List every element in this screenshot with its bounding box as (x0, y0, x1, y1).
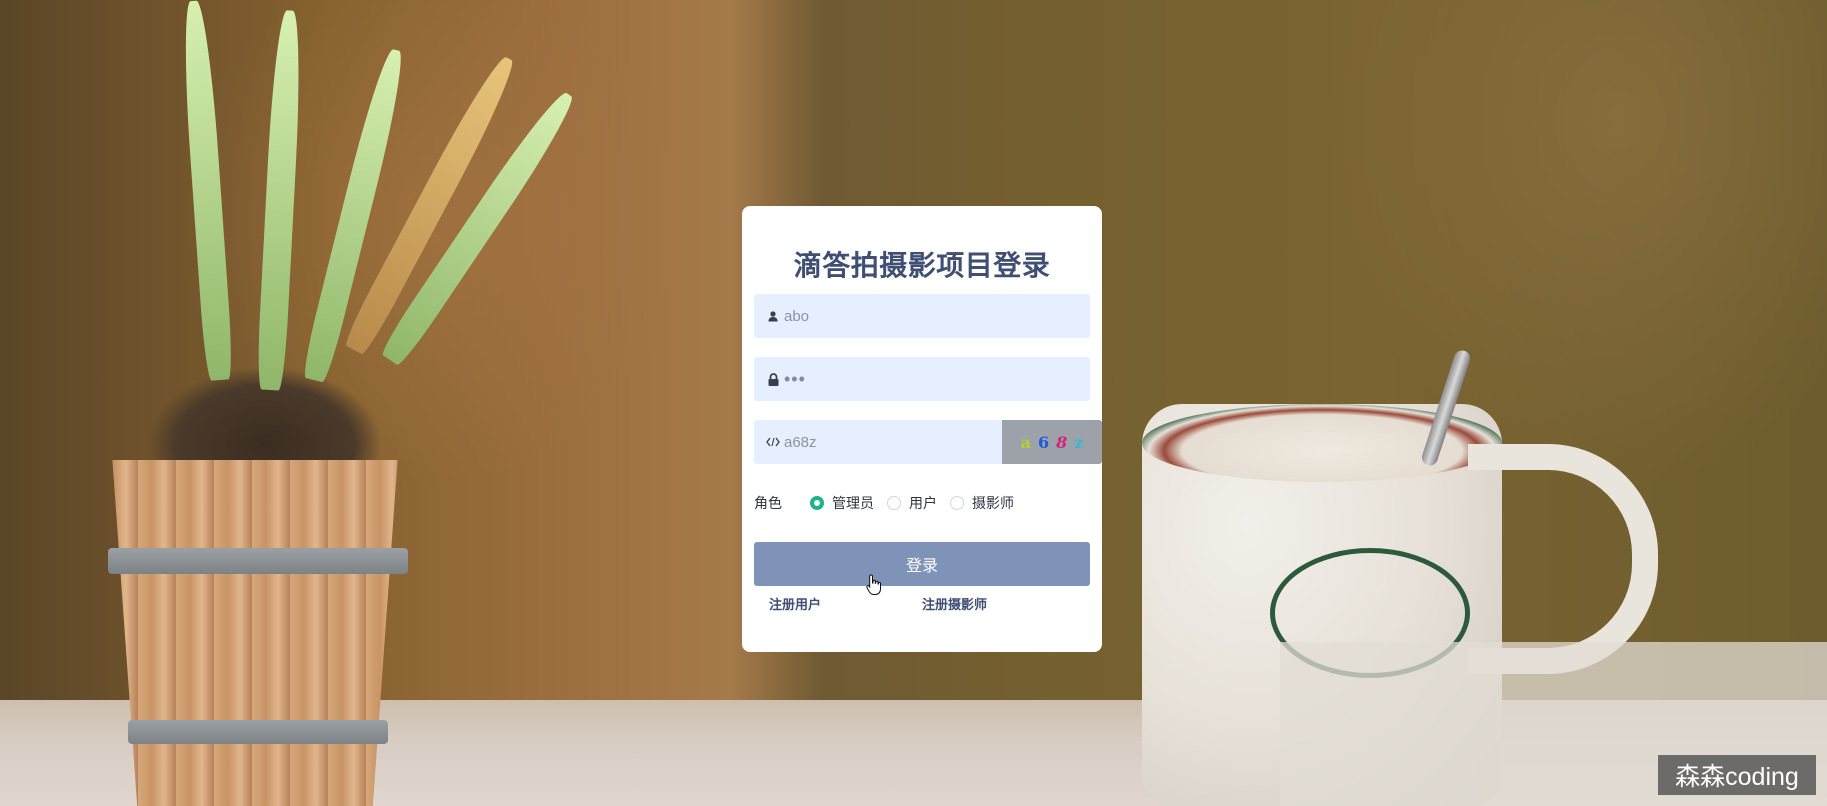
login-card: 滴答拍摄影项目登录 a 6 (742, 206, 1102, 652)
background-pot-band (128, 720, 388, 744)
captcha-char: a (1020, 432, 1031, 452)
page-title: 滴答拍摄影项目登录 (793, 249, 1051, 282)
captcha-field[interactable]: a 6 8 z (754, 420, 1102, 464)
role-option-label: 摄影师 (972, 496, 1014, 512)
radio-unchecked-icon (950, 496, 964, 510)
watermark: 森森coding (1658, 755, 1816, 795)
code-icon (764, 420, 782, 464)
role-selector: 角色 管理员 用户 摄影师 (754, 492, 1090, 514)
captcha-image[interactable]: a 6 8 z (1002, 420, 1102, 464)
background-pot-band (108, 548, 408, 574)
role-option-label: 管理员 (832, 496, 874, 512)
username-field[interactable] (754, 294, 1090, 338)
radio-checked-icon (810, 496, 824, 510)
password-field[interactable] (754, 357, 1090, 401)
captcha-char: z (1074, 432, 1084, 452)
hand-cursor-icon (866, 574, 881, 595)
lock-icon (764, 357, 782, 401)
role-radio-admin[interactable]: 管理员 (810, 493, 874, 513)
captcha-char: 6 (1038, 432, 1050, 452)
user-icon (764, 294, 782, 338)
role-radio-user[interactable]: 用户 (887, 493, 937, 513)
role-option-label: 用户 (909, 496, 937, 512)
register-user-link[interactable]: 注册用户 (769, 594, 821, 613)
role-radio-photographer[interactable]: 摄影师 (950, 493, 1014, 513)
register-photographer-link[interactable]: 注册摄影师 (922, 594, 987, 613)
radio-unchecked-icon (887, 496, 901, 510)
username-input[interactable] (784, 294, 1064, 338)
captcha-char: 8 (1056, 432, 1068, 452)
background-plant-pot (112, 460, 398, 806)
password-input[interactable] (784, 357, 1064, 401)
login-button[interactable]: 登录 (754, 542, 1090, 586)
role-label: 角色 (754, 496, 782, 512)
